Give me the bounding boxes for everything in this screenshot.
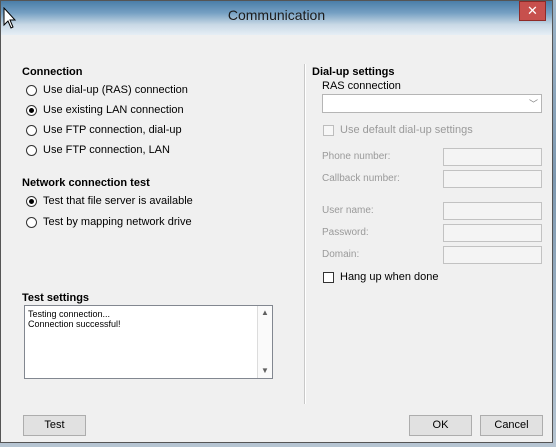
radio-dialup-ras-indicator[interactable]: [26, 84, 37, 96]
dialup-section-title: Dial-up settings: [312, 66, 395, 78]
network-test-section-title: Network connection test: [22, 177, 150, 189]
callback-number-input[interactable]: [443, 170, 542, 188]
section-divider: [304, 64, 306, 404]
radio-ftp-dialup-indicator[interactable]: [26, 124, 37, 136]
user-name-input[interactable]: [443, 202, 542, 220]
window-title: Communication: [227, 7, 326, 23]
checkbox-hang-up[interactable]: Hang up when done: [323, 271, 438, 283]
password-label: Password:: [322, 227, 369, 238]
phone-number-input[interactable]: [443, 148, 542, 166]
callback-number-label: Callback number:: [322, 173, 400, 184]
radio-ftp-lan-label: Use FTP connection, LAN: [43, 144, 170, 156]
ras-connection-select[interactable]: ﹀: [322, 94, 542, 113]
radio-ftp-lan[interactable]: Use FTP connection, LAN: [26, 144, 170, 156]
radio-ftp-dialup[interactable]: Use FTP connection, dial-up: [26, 124, 182, 136]
radio-test-map-drive[interactable]: Test by mapping network drive: [26, 216, 192, 228]
scroll-up-icon[interactable]: ▲: [258, 306, 272, 320]
ras-connection-label: RAS connection: [322, 80, 401, 92]
checkbox-hang-up-label: Hang up when done: [340, 271, 439, 283]
chevron-down-icon[interactable]: ﹀: [529, 97, 538, 110]
title-bar[interactable]: Communication ✕: [1, 1, 552, 35]
radio-existing-lan[interactable]: Use existing LAN connection: [26, 104, 184, 116]
checkbox-use-default-dialup[interactable]: Use default dial-up settings: [323, 124, 473, 136]
test-settings-section-title: Test settings: [22, 292, 90, 304]
radio-test-map-drive-indicator[interactable]: [26, 216, 37, 228]
connection-section-title: Connection: [22, 66, 83, 78]
log-line: Connection successful!: [28, 319, 121, 329]
domain-input[interactable]: [443, 246, 542, 264]
radio-test-map-drive-label: Test by mapping network drive: [43, 216, 192, 228]
radio-test-file-server-indicator[interactable]: [26, 195, 37, 207]
checkbox-use-default-dialup-box[interactable]: [323, 124, 334, 136]
user-name-label: User name:: [322, 205, 374, 216]
dialog-client-area: Connection Use dial-up (RAS) connection …: [7, 38, 546, 436]
test-log-textarea[interactable]: Testing connection... Connection success…: [24, 305, 273, 379]
ok-button[interactable]: OK: [409, 415, 472, 436]
radio-test-file-server-label: Test that file server is available: [43, 195, 193, 207]
radio-existing-lan-label: Use existing LAN connection: [43, 104, 184, 116]
radio-ftp-dialup-label: Use FTP connection, dial-up: [43, 124, 182, 136]
domain-label: Domain:: [322, 249, 360, 260]
log-line: Testing connection...: [28, 309, 111, 319]
phone-number-label: Phone number:: [322, 151, 391, 162]
close-icon: ✕: [527, 3, 538, 18]
test-button[interactable]: Test: [23, 415, 86, 436]
log-scrollbar[interactable]: ▲ ▼: [257, 306, 272, 378]
radio-test-file-server[interactable]: Test that file server is available: [26, 195, 193, 207]
cancel-button[interactable]: Cancel: [480, 415, 543, 436]
radio-ftp-lan-indicator[interactable]: [26, 144, 37, 156]
mouse-cursor-icon: [3, 7, 17, 29]
checkbox-use-default-dialup-label: Use default dial-up settings: [340, 124, 473, 136]
close-button[interactable]: ✕: [519, 1, 546, 21]
radio-existing-lan-indicator[interactable]: [26, 104, 37, 116]
communication-dialog: Communication ✕ Connection Use dial-up (…: [0, 0, 553, 443]
password-input[interactable]: [443, 224, 542, 242]
radio-dialup-ras-label: Use dial-up (RAS) connection: [43, 84, 188, 96]
scroll-down-icon[interactable]: ▼: [258, 364, 272, 378]
checkbox-hang-up-box[interactable]: [323, 271, 334, 283]
radio-dialup-ras[interactable]: Use dial-up (RAS) connection: [26, 84, 188, 96]
